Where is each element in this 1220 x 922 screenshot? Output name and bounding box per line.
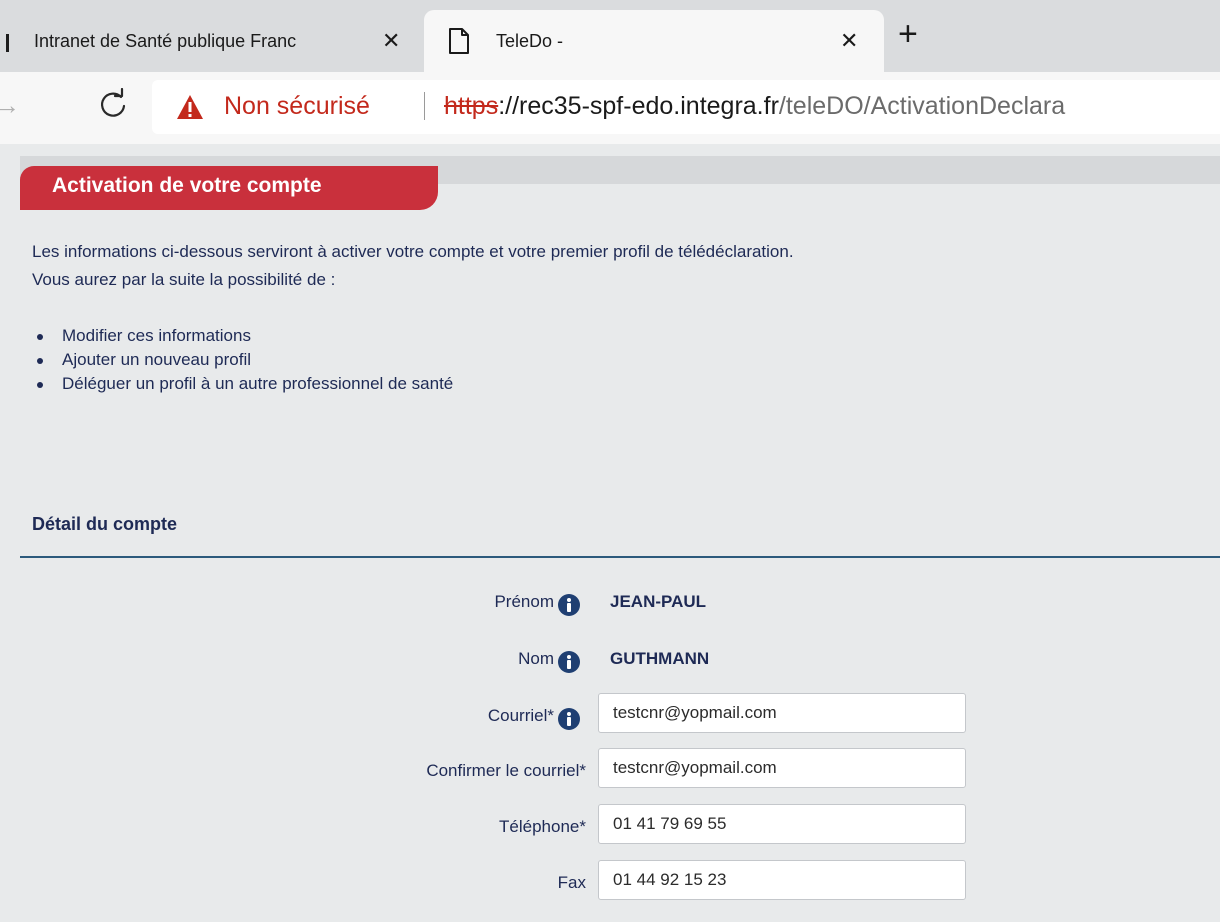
tab-title: TeleDo - [496,31,564,51]
info-icon[interactable] [558,651,580,673]
forward-icon[interactable]: → [0,90,20,121]
nom-value: GUTHMANN [610,649,710,668]
options-list: Modifier ces informations Ajouter un nou… [32,324,453,396]
doc-icon [449,28,469,54]
url-path: /teleDO/ActivationDeclara [778,92,1066,120]
url-text[interactable]: https://rec35-spf-edo.integra.fr/teleDO/… [444,92,1065,121]
email-field[interactable] [598,693,966,733]
list-item: Ajouter un nouveau profil [32,348,453,372]
nom-label: Nom [518,649,554,668]
prenom-value: JEAN-PAUL [610,592,707,611]
list-item: Modifier ces informations [32,324,453,348]
prenom-label: Prénom [494,592,554,611]
list-item: Déléguer un profil à un autre profession… [32,372,453,396]
security-label[interactable]: Non sécurisé [224,92,370,121]
intro-text: Les informations ci-dessous serviront à … [32,238,794,294]
plus-icon[interactable]: + [898,14,918,54]
confirm-email-label: Confirmer le courriel* [426,761,586,780]
tab-title: Intranet de Santé publique Franc [34,31,297,51]
phone-label: Téléphone* [499,817,586,836]
intro-line: Vous aurez par la suite la possibilité d… [32,270,336,289]
url-host: ://rec35-spf-edo.integra.fr [498,92,779,120]
section-title-account: Détail du compte [32,514,178,534]
warning-icon [177,95,203,119]
tab-teledo[interactable]: TeleDo - ✕ [424,10,884,72]
email-label: Courriel* [487,706,554,725]
tab-edge [6,34,9,52]
info-icon[interactable] [558,594,580,616]
confirm-email-field[interactable] [598,748,966,788]
browser-toolbar: → Non sécurisé https://rec35-spf-edo.int… [0,72,1220,144]
address-bar[interactable]: Non sécurisé https://rec35-spf-edo.integ… [152,80,1220,134]
browser-tabstrip: Intranet de Santé publique Franc ✕ TeleD… [0,0,1220,72]
phone-field[interactable] [598,804,966,844]
fax-label: Fax [557,873,586,892]
page-title: Activation de votre compte [52,174,322,197]
fax-field[interactable] [598,860,966,900]
page-content: Activation de votre compte Les informati… [0,144,1220,922]
divider [20,556,1220,558]
info-icon[interactable] [558,708,580,730]
close-icon[interactable]: ✕ [840,28,858,54]
intro-line: Les informations ci-dessous serviront à … [32,242,794,261]
reload-icon[interactable] [98,88,128,122]
tab-intranet[interactable]: Intranet de Santé publique Franc ✕ [22,10,414,72]
address-divider [424,92,425,120]
section-header: Activation de votre compte [20,166,438,210]
url-scheme: https [444,92,499,120]
close-icon[interactable]: ✕ [382,28,400,54]
